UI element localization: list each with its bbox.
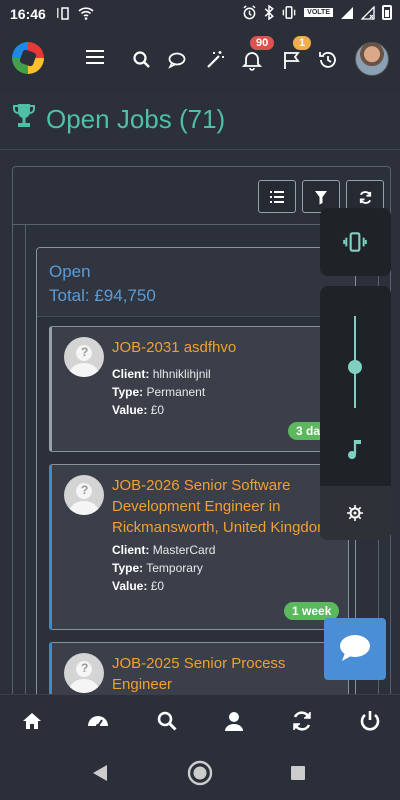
alarm-icon xyxy=(243,5,256,20)
job-title[interactable]: JOB-2026 Senior Software Development Eng… xyxy=(112,475,342,538)
recents-icon[interactable] xyxy=(290,765,306,781)
vibrate-icon xyxy=(343,232,367,252)
volte-icon: VOLTE xyxy=(304,8,333,17)
sim-icon: l xyxy=(56,7,69,21)
type-label: Type: xyxy=(112,385,144,399)
system-navigation xyxy=(0,746,400,800)
job-card[interactable]: ? JOB-2026 Senior Software Development E… xyxy=(49,464,349,630)
placeholder-avatar-icon: ? xyxy=(64,653,104,693)
placeholder-avatar-icon: ? xyxy=(64,337,104,377)
user-avatar[interactable] xyxy=(355,42,389,76)
no-signal-icon xyxy=(361,5,375,20)
type-label: Type: xyxy=(112,561,144,575)
job-title[interactable]: JOB-2031 asdfhvo xyxy=(112,337,342,358)
column-total: Total: £94,750 xyxy=(49,286,156,305)
value-label: Value: xyxy=(112,579,148,593)
bluetooth-icon xyxy=(264,5,275,20)
value-amount: £0 xyxy=(150,579,165,593)
gear-icon xyxy=(347,505,363,521)
status-time: 16:46 xyxy=(10,6,46,22)
list-icon xyxy=(270,191,284,203)
bottom-navigation xyxy=(0,694,400,746)
flag-icon[interactable] xyxy=(280,48,304,72)
job-card[interactable]: ? JOB-2031 asdfhvo Client: hlhniklihjnil… xyxy=(49,326,349,452)
sync-icon[interactable] xyxy=(290,709,314,733)
type-value: Temporary xyxy=(146,561,203,575)
wifi-icon xyxy=(78,7,94,20)
client-label: Client: xyxy=(112,367,150,381)
bell-icon[interactable] xyxy=(240,48,264,72)
client-value: hlhniklihjnil xyxy=(152,367,211,381)
signal-icon xyxy=(341,6,353,19)
ringer-mode-button[interactable] xyxy=(320,208,391,276)
user-icon[interactable] xyxy=(222,709,246,733)
power-icon[interactable] xyxy=(358,709,382,733)
music-note-icon xyxy=(348,440,361,459)
search-icon[interactable] xyxy=(130,48,154,72)
flags-badge: 1 xyxy=(293,36,312,50)
job-title[interactable]: JOB-2025 Senior Process Engineer xyxy=(112,653,342,695)
value-amount: £0 xyxy=(150,403,165,417)
job-details: Client: MasterCard Type: Temporary Value… xyxy=(112,541,215,595)
volume-panel xyxy=(320,286,391,540)
column-name: Open xyxy=(49,262,91,281)
placeholder-avatar-icon: ? xyxy=(64,475,104,515)
home-icon[interactable] xyxy=(20,709,44,733)
status-bar: 16:46 l VOLTE xyxy=(0,0,400,28)
app-header: 90 1 xyxy=(0,28,400,92)
value-label: Value: xyxy=(112,403,148,417)
client-label: Client: xyxy=(112,543,150,557)
magic-wand-icon[interactable] xyxy=(203,48,227,72)
svg-text:l: l xyxy=(56,7,60,21)
type-value: Permanent xyxy=(146,385,206,399)
hamburger-icon[interactable] xyxy=(86,50,104,64)
list-view-button[interactable] xyxy=(258,180,296,213)
trophy-icon xyxy=(13,104,35,127)
app-logo[interactable] xyxy=(12,42,44,74)
column-header: Open Total: £94,750 xyxy=(37,248,355,317)
chat-button[interactable] xyxy=(324,618,386,680)
client-value: MasterCard xyxy=(152,543,216,557)
kanban-column-open: Open Total: £94,750 ? JOB-2031 asdfhvo C… xyxy=(36,247,356,707)
refresh-icon xyxy=(359,191,371,204)
battery-icon xyxy=(382,5,392,20)
chat-bubble-icon[interactable] xyxy=(165,48,189,72)
page-title: Open Jobs (71) xyxy=(46,104,226,134)
notifications-badge: 90 xyxy=(250,36,275,50)
page-title-bar: Open Jobs (71) xyxy=(0,92,400,150)
history-icon[interactable] xyxy=(316,48,340,72)
filter-icon xyxy=(315,191,327,205)
chat-bubble-icon xyxy=(340,635,370,661)
volume-slider-thumb[interactable] xyxy=(348,359,362,374)
search-icon[interactable] xyxy=(155,709,179,733)
job-details: Client: hlhniklihjnil Type: Permanent Va… xyxy=(112,365,211,419)
vibrate-icon xyxy=(282,6,296,19)
home-circle-icon[interactable] xyxy=(187,760,213,786)
dashboard-icon[interactable] xyxy=(86,709,110,733)
back-icon[interactable] xyxy=(91,764,109,782)
volume-settings-button[interactable] xyxy=(320,486,391,540)
